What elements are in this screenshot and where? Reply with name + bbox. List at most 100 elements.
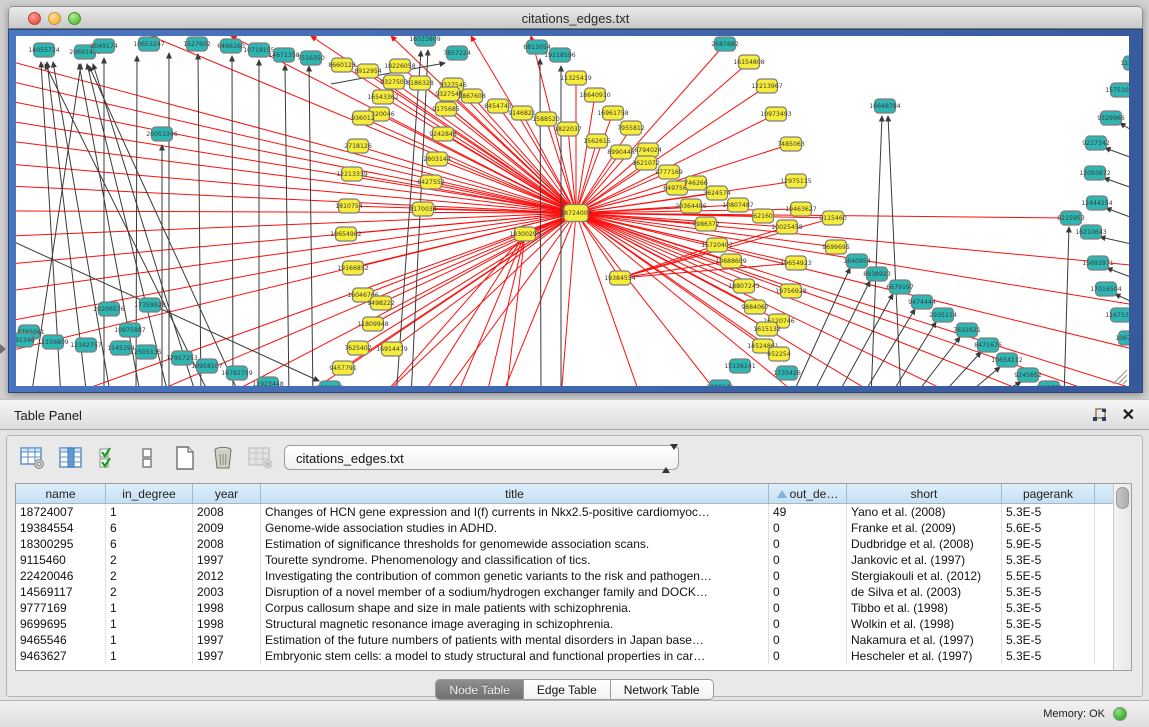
row-list-icon[interactable] (133, 445, 160, 471)
table-cell[interactable]: Changes of HCN gene expression and I(f) … (261, 504, 769, 520)
graph-node[interactable]: 2687682 (711, 37, 739, 51)
graph-node[interactable]: 19654923 (780, 256, 812, 270)
graph-node[interactable]: 746266 (684, 176, 708, 190)
graph-node[interactable]: 9242848 (429, 127, 457, 141)
table-cell[interactable]: Investigating the contribution of common… (261, 568, 769, 584)
graph-node[interactable]: 391346 (16, 333, 35, 347)
graph-node[interactable]: 16154808 (733, 55, 765, 69)
table-cell[interactable]: 2 (106, 584, 193, 600)
graph-node[interactable]: 11325419 (560, 71, 592, 85)
table-cell[interactable]: Yano et al. (2008) (847, 504, 1002, 520)
graph-node[interactable]: 8938923 (863, 267, 891, 281)
table-cell[interactable]: 22420046 (16, 568, 106, 584)
graph-node[interactable]: 14055724 (28, 43, 60, 57)
table-row[interactable]: 911546021997Tourette syndrome. Phenomeno… (16, 552, 1113, 568)
graph-node[interactable]: 1640954 (843, 254, 871, 268)
table-cell[interactable]: 5.6E-5 (1002, 520, 1095, 536)
graph-node[interactable]: 12213967 (751, 79, 783, 93)
table-cell[interactable]: Jankovic et al. (1997) (847, 552, 1002, 568)
graph-node[interactable]: 9327503 (380, 75, 408, 89)
graph-node[interactable]: 16033809 (409, 36, 441, 46)
graph-node[interactable]: 12923448 (252, 377, 284, 386)
graph-node[interactable]: 12444154 (1081, 196, 1113, 210)
graph-node[interactable]: 15136141 (724, 359, 756, 373)
table-select-dropdown[interactable]: citations_edges.txt (284, 445, 679, 470)
table-cell[interactable]: Wolkin et al. (1998) (847, 616, 1002, 632)
graph-node[interactable]: 9457791 (329, 361, 357, 375)
table-cell[interactable]: 1997 (193, 632, 261, 648)
table-cell[interactable]: 18300295 (16, 536, 106, 552)
graph-node[interactable]: 11809948 (357, 317, 389, 331)
graph-node[interactable]: 1562615 (583, 134, 611, 148)
table-row[interactable]: 946554611997Estimation of the future num… (16, 632, 1113, 648)
graph-node[interactable]: 1206541 (706, 380, 734, 386)
graph-node[interactable]: 7625402 (344, 341, 372, 355)
graph-node[interactable]: 9408753 (1035, 381, 1063, 386)
graph-node[interactable]: 8215953 (1057, 211, 1085, 225)
graph-node[interactable]: 7516350 (297, 51, 325, 65)
graph-node[interactable]: 17359928 (134, 298, 166, 312)
table-cell[interactable]: 0 (769, 552, 847, 568)
table-cell[interactable]: 0 (769, 536, 847, 552)
table-cell[interactable]: 5.5E-5 (1002, 568, 1095, 584)
graph-node[interactable]: 19756928 (775, 284, 807, 298)
graph-node[interactable]: 11675319 (1105, 308, 1129, 322)
graph-node[interactable]: 1112722 (1120, 56, 1129, 70)
graph-node[interactable]: 936012 (351, 111, 375, 125)
graph-node[interactable]: 2049174 (90, 39, 118, 53)
table-cell[interactable]: 2003 (193, 584, 261, 600)
graph-node[interactable]: 6794024 (634, 143, 662, 157)
graph-node[interactable]: 16210643 (1075, 225, 1107, 239)
table-mode-icon[interactable] (19, 445, 46, 471)
table-row[interactable]: 977716911998Corpus callosum shape and si… (16, 600, 1113, 616)
table-cell[interactable]: 0 (769, 600, 847, 616)
table-cell[interactable]: Stergiakouli et al. (2012) (847, 568, 1002, 584)
table-cell[interactable]: 5.3E-5 (1002, 648, 1095, 664)
graph-node[interactable]: 10688609 (715, 254, 747, 268)
table-cell[interactable]: 1998 (193, 600, 261, 616)
resize-grip-icon[interactable] (1113, 370, 1127, 384)
graph-node[interactable]: 16782759 (221, 366, 253, 380)
table-cell[interactable]: 1997 (193, 552, 261, 568)
table-cell[interactable]: Estimation of significance thresholds fo… (261, 536, 769, 552)
graph-node[interactable]: 1532482 (316, 381, 344, 386)
column-header-name[interactable]: name (16, 484, 106, 504)
table-cell[interactable]: 1 (106, 648, 193, 664)
delete-column-icon[interactable] (209, 445, 236, 471)
graph-node[interactable]: 9227342 (1082, 136, 1110, 150)
graph-node[interactable]: 452254 (767, 347, 791, 361)
graph-node[interactable]: 9699695 (822, 240, 850, 254)
table-cell[interactable]: 6 (106, 536, 193, 552)
table-cell[interactable]: Tourette syndrome. Phenomenology and cla… (261, 552, 769, 568)
table-cell[interactable]: 2012 (193, 568, 261, 584)
graph-node[interactable]: 9884067 (741, 300, 769, 314)
table-cell[interactable]: Nakamura et al. (1997) (847, 632, 1002, 648)
graph-node[interactable]: 7986372 (692, 217, 720, 231)
graph-node[interactable]: 6466160 (217, 39, 245, 53)
table-cell[interactable]: Tibbo et al. (1998) (847, 600, 1002, 616)
table-cell[interactable]: Corpus callosum shape and size in male p… (261, 600, 769, 616)
table-cell[interactable]: 9465546 (16, 632, 106, 648)
graph-node[interactable]: 1615132 (753, 322, 781, 336)
graph-node[interactable]: 9170034 (409, 202, 437, 216)
table-cell[interactable]: 9115460 (16, 552, 106, 568)
graph-node[interactable]: 1822037 (554, 122, 582, 136)
table-cell[interactable]: 0 (769, 648, 847, 664)
table-row[interactable]: 946362711997Embryonic stem cells: a mode… (16, 648, 1113, 664)
column-header-out_de[interactable]: out_de… (769, 484, 847, 504)
table-cell[interactable]: Hescheler et al. (1997) (847, 648, 1002, 664)
table-cell[interactable]: Estimation of the future numbers of pati… (261, 632, 769, 648)
table-cell[interactable]: 2 (106, 568, 193, 584)
graph-node[interactable]: 2935114 (929, 308, 957, 322)
import-table-icon[interactable] (247, 445, 274, 471)
table-cell[interactable]: 5.3E-5 (1002, 504, 1095, 520)
graph-node[interactable]: 19463627 (785, 202, 817, 216)
table-cell[interactable]: 1 (106, 600, 193, 616)
table-cell[interactable]: 18724007 (16, 504, 106, 520)
table-cell[interactable]: 5.3E-5 (1002, 552, 1095, 568)
table-row[interactable]: 1872400712008Changes of HCN gene express… (16, 504, 1113, 520)
table-cell[interactable]: 1 (106, 616, 193, 632)
graph-node[interactable]: 1527602 (183, 37, 211, 51)
graph-node[interactable]: 1810754 (335, 199, 363, 213)
graph-node[interactable]: 9777169 (655, 165, 683, 179)
